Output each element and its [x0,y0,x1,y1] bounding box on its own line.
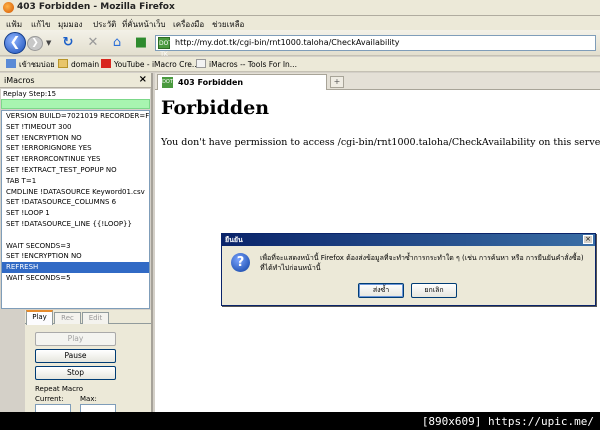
macro-line[interactable] [2,230,149,241]
macro-line[interactable]: SET !LOOP 1 [2,208,149,219]
macro-line[interactable]: VERSION BUILD=7021019 RECORDER=FX [2,111,149,122]
tab-rec[interactable]: Rec [54,312,81,324]
window-title: 403 Forbidden - Mozilla Firefox [17,2,175,12]
stop-button[interactable]: Stop [35,366,116,380]
macro-line[interactable]: WAIT SECONDS=3 [2,241,149,252]
bookmark-label: domain [71,60,100,69]
menu-bar: แฟ้ม แก้ไข มุมมอง ประวัติ ที่คั่นหน้าเว็… [0,16,600,30]
question-icon: ? [231,253,250,272]
macro-line[interactable]: SET !ERRORIGNORE YES [2,143,149,154]
replay-step-label: Replay Step:15 [1,89,150,99]
sidebar-title: iMacros [4,76,35,85]
page-heading: Forbidden [161,97,270,119]
folder-icon [58,59,68,68]
dialog-title-bar: ยืนยัน × [222,234,595,246]
back-button[interactable]: ❮ [4,32,26,54]
repeat-macro-label: Repeat Macro [35,385,84,393]
site-favicon-icon: DOT TK [158,37,172,58]
resend-confirm-dialog: ยืนยัน × ? เพื่อที่จะแสดงหน้านี้ Firefox… [221,233,596,306]
bookmark-youtube[interactable]: YouTube - iMacro Cre... [101,59,199,70]
imacros-control-panel: Play Rec Edit Play Pause Stop Repeat Mac… [25,310,151,412]
pause-button[interactable]: Pause [35,349,116,363]
tab-label: 403 Forbidden [178,78,244,87]
macro-line[interactable]: SET !TIMEOUT 300 [2,122,149,133]
macro-line[interactable]: SET !DATASOURCE_LINE {{!LOOP}} [2,219,149,230]
home-icon[interactable]: ⌂ [109,35,125,51]
dialog-message: เพื่อที่จะแสดงหน้านี้ Firefox ต้องส่งข้อ… [260,254,584,272]
resend-button[interactable]: ส่งซ้ำ [358,283,404,298]
bookmarks-toolbar: เข้าชมบ่อย domain YouTube - iMacro Cre..… [0,57,600,72]
tab-strip: DOT TK 403 Forbidden + [155,73,600,96]
tab-play[interactable]: Play [26,310,53,325]
new-tab-button[interactable]: + [330,76,344,88]
sidebar-header: iMacros × [0,73,151,88]
macro-line[interactable]: CMDLINE !DATASOURCE Keyword01.csv [2,187,149,198]
current-label: Current: [35,395,64,403]
macro-line[interactable]: TAB T=1 [2,176,149,187]
macro-line[interactable]: SET !ENCRYPTION NO [2,251,149,262]
watermark-text: [890x609] https://upic.me/ [421,415,594,428]
firefox-logo-icon [3,2,14,13]
tab-favicon-icon: DOT TK [162,77,173,96]
imacros-toolbar-icon[interactable]: ■ [133,35,149,51]
imacros-tabs: Play Rec Edit [25,310,151,325]
bookmark-label: YouTube - iMacro Cre... [114,60,200,69]
macro-line[interactable]: SET !DATASOURCE_COLUMNS 6 [2,197,149,208]
dialog-close-icon[interactable]: × [583,235,593,244]
play-button[interactable]: Play [35,332,116,346]
navigation-toolbar: ❮ ❯ ▼ ↻ ✕ ⌂ ■ DOT TK http://my.dot.tk/cg… [0,30,600,58]
bookmark-folder-icon [6,59,16,68]
max-loop-field[interactable] [80,404,116,412]
url-bar[interactable]: DOT TK http://my.dot.tk/cgi-bin/rnt1000.… [155,35,596,58]
replay-progress-bar [1,99,150,109]
title-bar: 403 Forbidden - Mozilla Firefox [0,0,600,16]
max-label: Max: [80,395,97,403]
reload-icon[interactable]: ↻ [60,35,76,51]
macro-line[interactable]: SET !ENCRYPTION NO [2,133,149,144]
imacros-sidebar: iMacros × Replay Step:15 VERSION BUILD=7… [0,73,153,412]
macro-line[interactable]: SET !ERRORCONTINUE YES [2,154,149,165]
browser-tab-active[interactable]: DOT TK 403 Forbidden [157,74,327,96]
firefox-window: 403 Forbidden - Mozilla Firefox แฟ้ม แก้… [0,0,600,412]
cancel-button[interactable]: ยกเลิก [411,283,457,298]
bookmark-most-visited[interactable]: เข้าชมบ่อย [6,59,55,70]
macro-line[interactable]: SET !EXTRACT_TEST_POPUP NO [2,165,149,176]
bookmark-label: iMacros -- Tools For In... [209,60,297,69]
dialog-title: ยืนยัน [225,236,243,244]
close-sidebar-icon[interactable]: × [139,74,147,85]
bookmark-label: เข้าชมบ่อย [19,60,55,69]
current-loop-field[interactable] [35,404,71,412]
macro-line[interactable]: WAIT SECONDS=5 [2,273,149,284]
macro-line[interactable]: REFRESH [2,262,149,273]
bookmark-imacros[interactable]: iMacros -- Tools For In... [196,59,297,70]
macro-script-list[interactable]: VERSION BUILD=7021019 RECORDER=FX SET !TI… [1,110,150,309]
url-text[interactable]: http://my.dot.tk/cgi-bin/rnt1000.taloha/… [175,38,400,47]
youtube-icon [101,59,111,68]
stop-icon[interactable]: ✕ [85,35,101,51]
history-dropdown-icon[interactable]: ▼ [46,39,51,47]
page-icon [196,59,206,68]
forward-button[interactable]: ❯ [27,36,43,51]
tab-edit[interactable]: Edit [82,312,109,324]
page-message: You don't have permission to access /cgi… [161,137,600,148]
bookmark-domain[interactable]: domain [58,59,99,70]
